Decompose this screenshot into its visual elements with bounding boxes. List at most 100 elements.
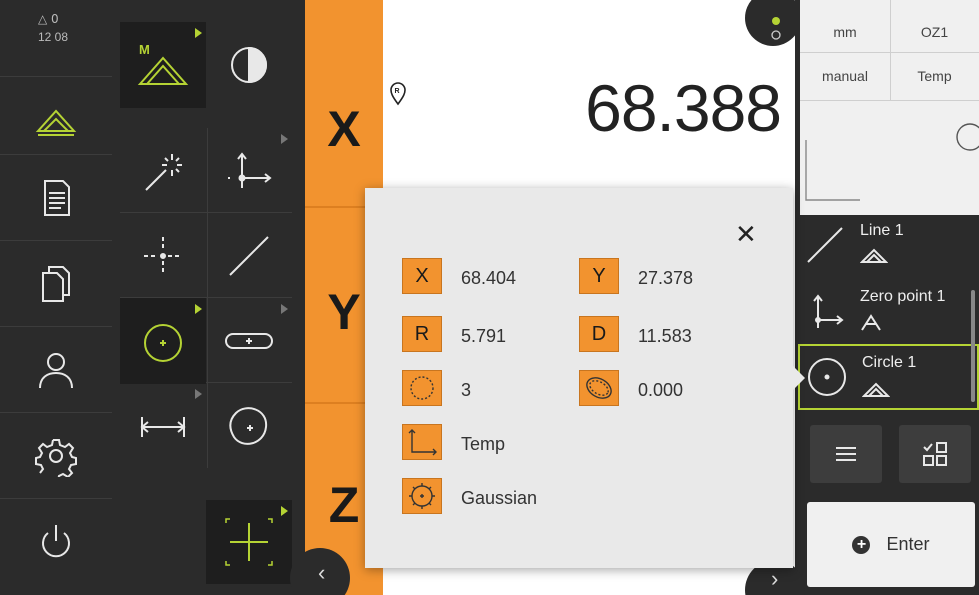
select-grid-icon (923, 442, 947, 466)
mode-selector[interactable]: manual (800, 68, 890, 84)
submenu-indicator (195, 28, 202, 38)
list-view-button[interactable] (810, 425, 882, 483)
chevron-right-icon: › (771, 566, 779, 591)
menu-user-login[interactable] (0, 326, 112, 412)
crosshair-tool[interactable] (206, 500, 292, 584)
chevron-left-icon: ‹ (318, 560, 326, 585)
crosshair-icon (225, 518, 273, 566)
manual-measure-icon (860, 248, 888, 263)
points-badge (402, 370, 442, 406)
select-features-button[interactable] (899, 425, 971, 483)
feature-list-item[interactable]: Line 1 (798, 216, 979, 274)
form-error-value: 0.000 (638, 380, 684, 400)
warning-counter: △ 0 (38, 12, 59, 26)
report-icon (44, 179, 70, 216)
magic-wand-icon (145, 154, 182, 191)
menu-switch-off[interactable] (0, 498, 112, 584)
plus-icon: + (852, 535, 871, 554)
files-icon (42, 265, 70, 302)
point-axis-icon (813, 294, 844, 328)
diameter-value: 11.583 (638, 326, 692, 346)
feature-list-item-selected[interactable]: Circle 1 (798, 344, 979, 410)
radius-badge: R (402, 316, 442, 352)
warning-count: 0 (51, 12, 59, 26)
fit-algorithm-value: Gaussian (461, 488, 538, 508)
submenu-indicator (281, 506, 288, 516)
enter-button[interactable]: + Enter (807, 502, 975, 587)
circle-icon (144, 324, 182, 362)
points-icon (410, 376, 434, 400)
quick-access-menu: mm OZ1 manual Temp (800, 0, 979, 215)
line-icon (807, 227, 843, 263)
points-value: 3 (461, 380, 472, 400)
menu-file-management[interactable] (0, 240, 112, 326)
feature-name: Circle 1 (862, 354, 917, 371)
feature-details-dialog: ✕ X 68.404 Y 27.378 R 5.791 D 11.583 3 0… (365, 188, 793, 568)
axis-x-label[interactable]: X (305, 100, 383, 158)
slot-icon (225, 333, 273, 349)
distance-tool[interactable] (120, 383, 206, 469)
feature-name: Zero point 1 (860, 288, 946, 305)
x-value: 68.404 (461, 268, 517, 288)
coordinate-system-selector[interactable]: Temp (890, 68, 979, 84)
point-tool[interactable] (206, 128, 292, 214)
point-axis-icon (228, 152, 272, 188)
status-area[interactable]: △ 0 12 08 (0, 0, 112, 76)
dialog-pointer (793, 366, 805, 390)
contrast-icon (231, 46, 267, 84)
y-value: 27.378 (638, 268, 694, 288)
close-icon[interactable]: ✕ (735, 220, 757, 250)
unit-selector[interactable]: mm (800, 24, 890, 40)
measure-icon (35, 109, 77, 136)
menu-measure-report[interactable] (0, 154, 112, 240)
submenu-indicator (195, 304, 202, 314)
svg-text:M: M (139, 42, 150, 57)
feature-list-item[interactable]: Zero point 1 (798, 280, 979, 338)
x-position-value: 68.388 (585, 71, 782, 145)
y-badge: Y (579, 258, 619, 294)
form-error-badge (579, 370, 619, 406)
manual-measurement-tool[interactable]: M (120, 22, 206, 108)
submenu-indicator (281, 304, 288, 314)
hamburger-icon (836, 447, 856, 461)
circle-tool[interactable] (120, 298, 206, 384)
crosshair-point-icon (144, 237, 182, 275)
coord-system-value: Temp (461, 434, 506, 454)
divider (890, 0, 891, 100)
measure-icon (861, 314, 881, 331)
fit-algorithm-badge (402, 478, 442, 514)
main-menu: △ 0 12 08 (0, 0, 112, 595)
menu-measure[interactable] (0, 76, 112, 162)
line-tool[interactable] (206, 213, 292, 299)
reference-selector[interactable]: OZ1 (890, 24, 979, 40)
form-error-icon (586, 377, 612, 399)
measure-point-tool[interactable] (120, 213, 206, 299)
app-root: △ 0 12 08 M X Y Z R 68.388 mm OZ1 manual… (0, 0, 979, 595)
coord-system-badge (402, 424, 442, 460)
menu-settings[interactable] (0, 412, 112, 498)
coordinate-system-icon (408, 429, 437, 456)
manual-measure-icon: M (137, 42, 189, 85)
feature-name: Line 1 (860, 222, 904, 239)
svg-text:R: R (395, 88, 400, 95)
feature-list-scrollbar[interactable] (971, 290, 975, 402)
divider (800, 52, 979, 53)
submenu-indicator (281, 134, 288, 144)
diameter-badge: D (579, 316, 619, 352)
free-contour-icon (229, 407, 268, 445)
measure-magic-tool[interactable] (120, 128, 206, 214)
slot-tool[interactable] (206, 298, 292, 384)
feature-preview-icon (805, 123, 979, 201)
submenu-indicator (195, 389, 202, 399)
gear-icon (35, 438, 77, 477)
power-icon (42, 524, 70, 557)
user-icon (39, 352, 73, 388)
enter-label: Enter (886, 534, 930, 554)
clock: 12 08 (38, 30, 69, 44)
status-indicator-icon (771, 17, 781, 40)
manual-measure-icon (862, 382, 890, 397)
blob-tool[interactable] (206, 383, 292, 469)
reference-marker-icon: R (390, 82, 406, 106)
contrast-tool[interactable] (206, 22, 292, 108)
distance-icon (140, 417, 186, 437)
